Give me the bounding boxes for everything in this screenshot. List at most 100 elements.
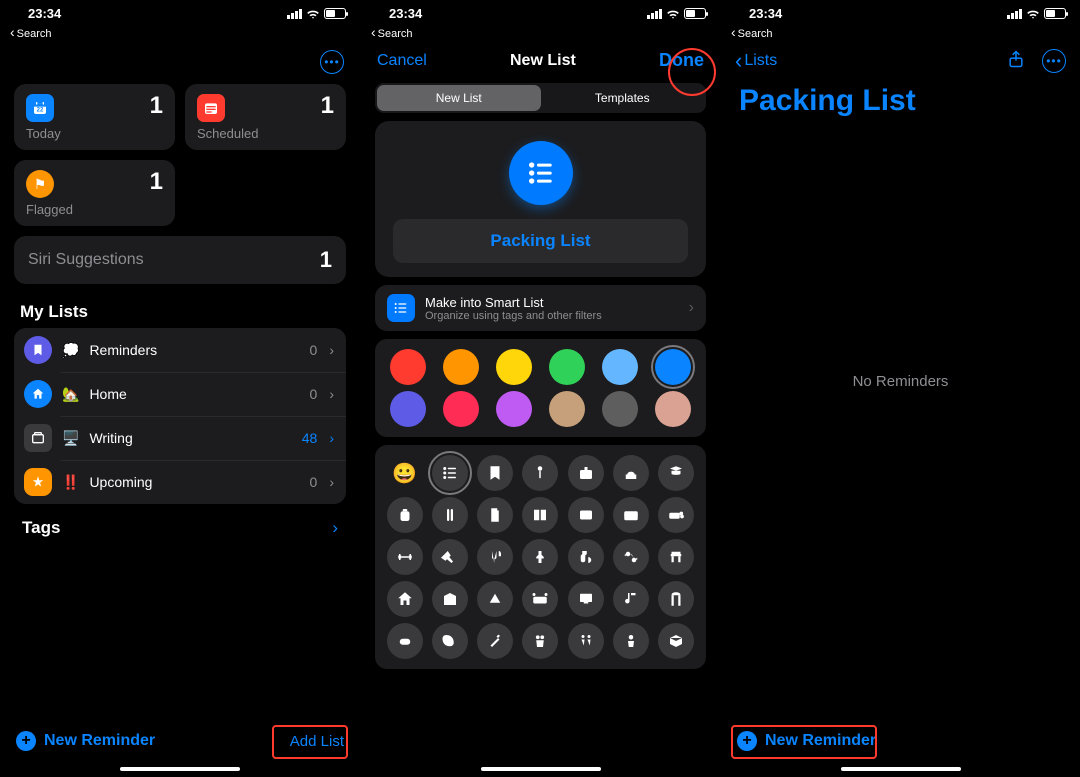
tent-icon[interactable] <box>477 581 513 617</box>
done-button[interactable]: Done <box>659 50 704 71</box>
id-card-icon[interactable] <box>568 497 604 533</box>
ruler-icon[interactable] <box>432 497 468 533</box>
more-options-button[interactable]: ••• <box>1042 49 1066 73</box>
tv-icon[interactable] <box>522 581 558 617</box>
pills-icon[interactable] <box>568 539 604 575</box>
family-icon[interactable] <box>568 623 604 659</box>
color-swatch[interactable] <box>655 391 691 427</box>
running-icon[interactable] <box>432 539 468 575</box>
gift-icon[interactable] <box>568 455 604 491</box>
add-list-button[interactable]: Add List <box>290 733 344 750</box>
chevron-left-icon: ‹ <box>735 48 742 74</box>
today-card[interactable]: 22 1 Today <box>14 84 175 150</box>
bookmark-icon[interactable] <box>477 455 513 491</box>
list-name: Home <box>89 386 299 402</box>
utensils-icon[interactable] <box>477 539 513 575</box>
color-swatch[interactable] <box>390 349 426 385</box>
list-emoji: 🖥️ <box>62 430 79 447</box>
monitor-icon[interactable] <box>568 581 604 617</box>
share-button[interactable] <box>1006 49 1026 74</box>
cancel-button[interactable]: Cancel <box>377 52 427 70</box>
calendar-icon <box>197 94 225 122</box>
color-swatch[interactable] <box>549 349 585 385</box>
sheet-header: Cancel New List Done <box>361 42 720 79</box>
leaf-icon[interactable] <box>432 623 468 659</box>
sheet-title: New List <box>510 52 576 70</box>
back-to-search[interactable]: Search <box>0 24 360 42</box>
box-icon[interactable] <box>658 623 694 659</box>
birthday-icon[interactable] <box>613 455 649 491</box>
pin-icon[interactable] <box>522 455 558 491</box>
tags-header: Tags <box>22 518 60 538</box>
list-bullet-icon[interactable] <box>432 455 468 491</box>
home-indicator <box>481 767 601 771</box>
segment-templates[interactable]: Templates <box>541 85 705 111</box>
document-icon[interactable] <box>477 497 513 533</box>
graduation-icon[interactable] <box>658 455 694 491</box>
icon-picker-grid: 😀 <box>375 445 706 669</box>
flagged-card[interactable]: ⚑ 1 Flagged <box>14 160 175 226</box>
tags-section[interactable]: Tags › <box>0 504 360 538</box>
calendar-icon: 22 <box>26 94 54 122</box>
back-button[interactable]: ‹ Lists <box>735 48 777 74</box>
color-swatch[interactable] <box>602 349 638 385</box>
people-icon[interactable] <box>522 623 558 659</box>
smart-list-row[interactable]: Make into Smart List Organize using tags… <box>375 285 706 331</box>
scheduled-card[interactable]: 1 Scheduled <box>185 84 346 150</box>
new-reminder-button[interactable]: + New Reminder <box>16 731 155 751</box>
battery-icon <box>1044 8 1066 19</box>
stethoscope-icon[interactable] <box>613 539 649 575</box>
list-name-input[interactable]: Packing List <box>393 219 688 263</box>
color-swatch[interactable] <box>655 349 691 385</box>
segment-new-list[interactable]: New List <box>377 85 541 111</box>
new-reminder-label: New Reminder <box>44 732 155 750</box>
money-icon[interactable] <box>658 497 694 533</box>
list-preview-icon <box>509 141 573 205</box>
list-item[interactable]: 💭 Reminders 0 › <box>14 328 346 372</box>
status-bar: 23:34 <box>361 0 720 24</box>
list-item[interactable]: ‼️ Upcoming 0 › <box>14 460 346 504</box>
cellular-icon <box>1007 9 1022 19</box>
music-note-icon[interactable] <box>613 581 649 617</box>
dumbbell-icon[interactable] <box>387 539 423 575</box>
new-list-sheet: 23:34 Search Cancel New List Done New Li… <box>360 0 720 777</box>
list-preview-card: Packing List <box>375 121 706 277</box>
headphones-icon[interactable] <box>658 581 694 617</box>
list-bullet-icon <box>525 157 557 189</box>
color-swatch[interactable] <box>602 391 638 427</box>
segmented-control[interactable]: New List Templates <box>375 83 706 113</box>
today-label: Today <box>26 126 61 141</box>
back-to-search[interactable]: Search <box>721 24 1080 42</box>
color-swatch[interactable] <box>496 349 532 385</box>
color-swatch[interactable] <box>443 391 479 427</box>
home-indicator <box>841 767 961 771</box>
house-icon[interactable] <box>387 581 423 617</box>
more-options-button[interactable]: ••• <box>320 50 344 74</box>
nav-bar: ‹ Lists ••• <box>721 42 1080 80</box>
list-item[interactable]: 🏡 Home 0 › <box>14 372 346 416</box>
wine-icon[interactable] <box>522 539 558 575</box>
siri-suggestions-card[interactable]: Siri Suggestions 1 <box>14 236 346 284</box>
status-time: 23:34 <box>28 6 61 21</box>
credit-card-icon[interactable] <box>613 497 649 533</box>
carrot-icon[interactable] <box>477 623 513 659</box>
chair-icon[interactable] <box>658 539 694 575</box>
color-swatch[interactable] <box>390 391 426 427</box>
list-item[interactable]: 🖥️ Writing 48 › <box>14 416 346 460</box>
color-swatch[interactable] <box>549 391 585 427</box>
backpack-icon[interactable] <box>387 497 423 533</box>
book-icon[interactable] <box>522 497 558 533</box>
bookmark-icon <box>24 336 52 364</box>
list-emoji: 💭 <box>62 342 79 359</box>
color-swatch[interactable] <box>496 391 532 427</box>
gamepad-icon[interactable] <box>387 623 423 659</box>
new-reminder-button[interactable]: + New Reminder <box>737 731 876 751</box>
status-indicators <box>1007 7 1066 21</box>
color-swatch-grid <box>375 339 706 437</box>
scheduled-label: Scheduled <box>197 126 258 141</box>
person-icon[interactable] <box>613 623 649 659</box>
emoji-smiley-icon[interactable]: 😀 <box>387 455 423 491</box>
back-to-search[interactable]: Search <box>361 24 720 42</box>
building-icon[interactable] <box>432 581 468 617</box>
color-swatch[interactable] <box>443 349 479 385</box>
